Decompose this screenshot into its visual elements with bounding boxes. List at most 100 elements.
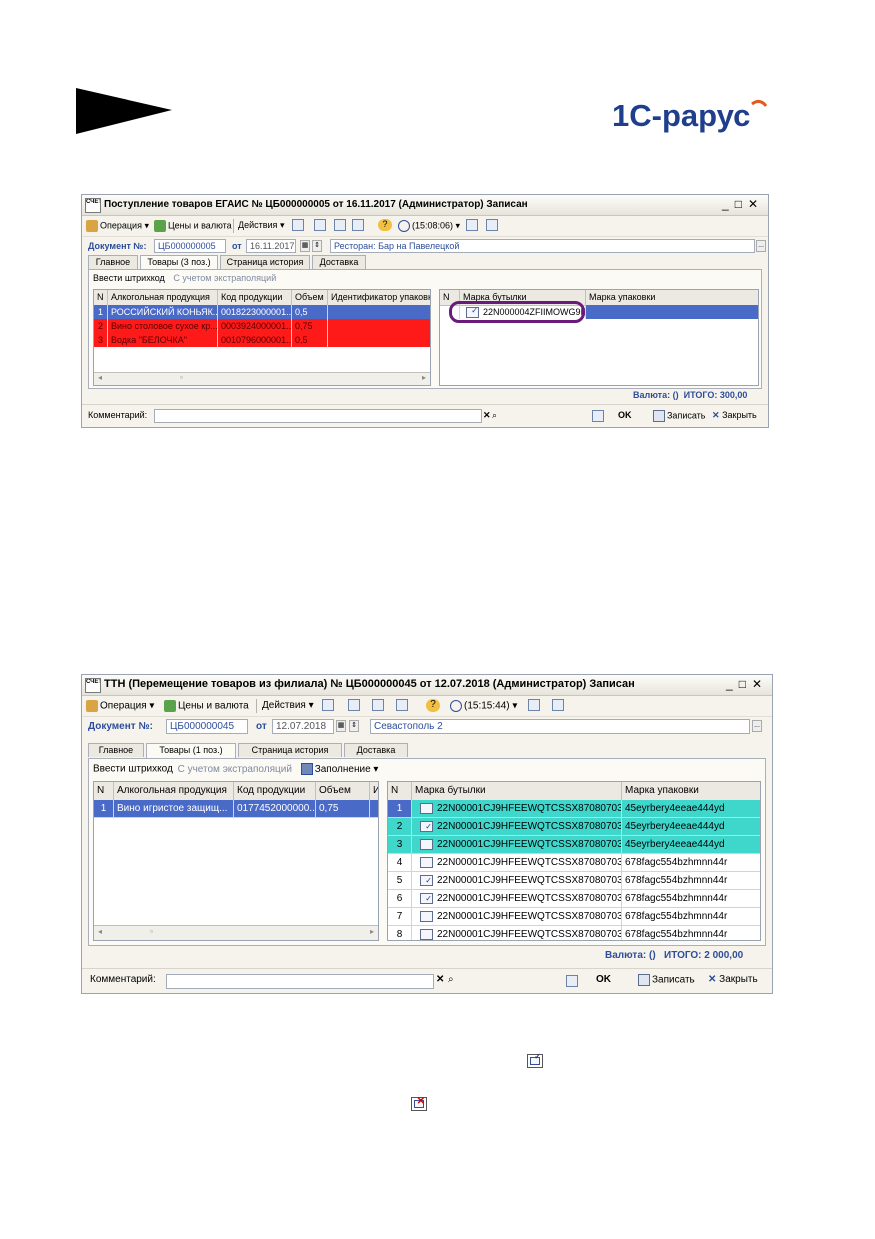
- table-row[interactable]: 4 22N00001CJ9HFEEWQTCSSX87080703... 678fag…: [388, 854, 760, 872]
- calendar-icon[interactable]: ▦: [300, 240, 310, 252]
- ok-button[interactable]: OK: [618, 410, 632, 420]
- operation-button[interactable]: Операция ▾: [86, 220, 149, 232]
- copy-icon[interactable]: [334, 219, 346, 231]
- related-docs-icon[interactable]: [352, 219, 364, 231]
- save-button[interactable]: Записать: [653, 410, 705, 422]
- tab-history[interactable]: Страница история: [238, 743, 342, 757]
- column-header[interactable]: Код продукции: [234, 782, 316, 800]
- horizontal-scrollbar[interactable]: ◂ ▫ ▸: [94, 925, 378, 940]
- tab-history[interactable]: Страница история: [220, 255, 310, 269]
- title-bar: СЧЕТ Поступление товаров ЕГАИС № ЦБ00000…: [82, 195, 768, 216]
- enter-barcode-button[interactable]: Ввести штрихкод: [93, 273, 165, 283]
- with-extrapolation-button[interactable]: С учетом экстраполяций: [173, 273, 276, 283]
- table-row[interactable]: 3 22N00001CJ9HFEEWQTCSSX87080703 45eyrbery…: [388, 836, 760, 854]
- table-row[interactable]: 1 Вино игристое защищ... 0177452000000..…: [94, 800, 378, 818]
- column-header[interactable]: Марка упаковки: [622, 782, 760, 800]
- check-icon[interactable]: [592, 410, 604, 422]
- window-controls[interactable]: _□✕: [722, 197, 764, 211]
- table-row[interactable]: 6 22N00001CJ9HFEEWQTCSSX87080703...678fag…: [388, 890, 760, 908]
- check-icon[interactable]: [566, 975, 578, 987]
- time-button[interactable]: (15:15:44) ▾: [450, 700, 517, 712]
- tab-main[interactable]: Главное: [88, 255, 138, 269]
- clock-icon: [398, 220, 410, 232]
- date-field[interactable]: 16.11.2017: [246, 239, 296, 253]
- related-docs-icon[interactable]: [396, 699, 408, 711]
- column-header[interactable]: И,: [370, 782, 378, 800]
- document-header-row: Документ №: ЦБ000000005 от 16.11.2017 ▦ …: [82, 237, 768, 257]
- copy-icon[interactable]: [372, 699, 384, 711]
- date-spin-icon[interactable]: ⇕: [312, 240, 322, 252]
- column-header[interactable]: Алкогольная продукция: [114, 782, 234, 800]
- table-row[interactable]: 7 22N00001CJ9HFEEWQTCSSX87080703... 678fag…: [388, 908, 760, 926]
- select-organization-button[interactable]: ...: [756, 240, 766, 252]
- horizontal-scrollbar[interactable]: ◂ ▫ ▸: [94, 372, 430, 385]
- enter-barcode-button[interactable]: Ввести штрихкод: [93, 764, 173, 775]
- clear-comment-icon[interactable]: ✕: [436, 974, 444, 985]
- date-spin-icon[interactable]: ⇕: [349, 720, 359, 732]
- operation-button[interactable]: Операция ▾: [86, 700, 154, 712]
- search-icon[interactable]: ⌕: [448, 974, 454, 985]
- column-header[interactable]: Код продукции: [218, 290, 292, 305]
- tab-delivery[interactable]: Доставка: [312, 255, 366, 269]
- actions-button[interactable]: Действия ▾: [262, 700, 314, 711]
- search-icon[interactable]: ⌕: [492, 410, 497, 421]
- table-row[interactable]: 1 РОССИЙСКИЙ КОНЬЯК... 0018223000001... …: [94, 305, 430, 319]
- column-header[interactable]: Объем: [316, 782, 370, 800]
- tab-delivery[interactable]: Доставка: [344, 743, 408, 757]
- column-header[interactable]: Идентификатор упаковки: [328, 290, 430, 305]
- totals: Валюта: () ИТОГО: 300,00: [633, 390, 747, 400]
- table-row[interactable]: 2 22N00001CJ9HFEEWQTCSSX87080703...45eyrb…: [388, 818, 760, 836]
- bottle-mark-cell: 22N00001CJ9HFEEWQTCSSX87080703...: [412, 890, 622, 908]
- ok-button[interactable]: OK: [596, 974, 611, 985]
- table-row[interactable]: 2 Вино столовое сухое кр... 000392400000…: [94, 319, 430, 333]
- column-header[interactable]: Алкогольная продукция: [108, 290, 218, 305]
- structure-icon[interactable]: [528, 699, 540, 711]
- comment-field[interactable]: [166, 974, 434, 989]
- list-icon[interactable]: [486, 219, 498, 231]
- close-button[interactable]: ✕ Закрыть: [712, 410, 757, 421]
- table-row[interactable]: 5 22N00001CJ9HFEEWQTCSSX87080703...678fag…: [388, 872, 760, 890]
- date-field[interactable]: 12.07.2018: [272, 719, 334, 734]
- help-icon[interactable]: ?: [378, 219, 392, 231]
- mark-status-icon: [420, 818, 433, 835]
- structure-icon[interactable]: [466, 219, 478, 231]
- close-button[interactable]: ✕ Закрыть: [708, 974, 758, 985]
- fill-button[interactable]: Заполнение ▾: [300, 763, 378, 775]
- column-header[interactable]: Объем: [292, 290, 328, 305]
- comment-field[interactable]: [154, 409, 482, 423]
- table-row[interactable]: 3 Водка "БЕЛОЧКА" 0010796000001... 0,5: [94, 333, 430, 347]
- organization-field[interactable]: Севастополь 2: [370, 719, 750, 734]
- product-volume: 0,75: [292, 319, 328, 333]
- bottle-mark: 22N00001CJ9HFEEWQTCSSX87080703...: [437, 857, 622, 868]
- tab-goods[interactable]: Товары (3 поз.): [140, 255, 218, 270]
- column-header[interactable]: N: [388, 782, 412, 800]
- column-header[interactable]: N: [94, 290, 108, 305]
- clear-comment-icon[interactable]: ✕: [483, 410, 491, 421]
- tab-goods[interactable]: Товары (1 поз.): [146, 743, 236, 758]
- table-row[interactable]: 1 22N00001CJ9HFEEWQTCSSX87080703... 45eyrb…: [388, 800, 760, 818]
- movements-icon[interactable]: [314, 219, 326, 231]
- calendar-icon[interactable]: ▦: [336, 720, 346, 732]
- time-button[interactable]: (15:08:06) ▾: [398, 220, 460, 232]
- column-header[interactable]: Марка бутылки: [412, 782, 622, 800]
- select-organization-button[interactable]: ...: [752, 720, 762, 732]
- table-row[interactable]: 8 22N00001CJ9HFEEWQTCSSX87080703... 678fag…: [388, 926, 760, 940]
- post-icon[interactable]: [322, 699, 334, 711]
- organization-field[interactable]: Ресторан: Бар на Павелецкой: [330, 239, 755, 253]
- document-number-field[interactable]: ЦБ000000005: [154, 239, 226, 253]
- help-icon[interactable]: ?: [426, 699, 440, 712]
- actions-button[interactable]: Действия ▾: [238, 220, 284, 231]
- movements-icon[interactable]: [348, 699, 360, 711]
- save-icon: [638, 974, 650, 986]
- post-icon[interactable]: [292, 219, 304, 231]
- column-header[interactable]: N: [94, 782, 114, 800]
- save-button[interactable]: Записать: [638, 974, 695, 986]
- prices-button[interactable]: Цены и валюта: [154, 220, 232, 232]
- tab-main[interactable]: Главное: [88, 743, 144, 757]
- column-header[interactable]: Марка упаковки: [586, 290, 758, 305]
- with-extrapolation-button[interactable]: С учетом экстраполяций: [178, 764, 292, 775]
- prices-button[interactable]: Цены и валюта: [164, 700, 249, 712]
- window-controls[interactable]: _□✕: [726, 677, 768, 691]
- list-icon[interactable]: [552, 699, 564, 711]
- document-number-field[interactable]: ЦБ000000045: [166, 719, 248, 734]
